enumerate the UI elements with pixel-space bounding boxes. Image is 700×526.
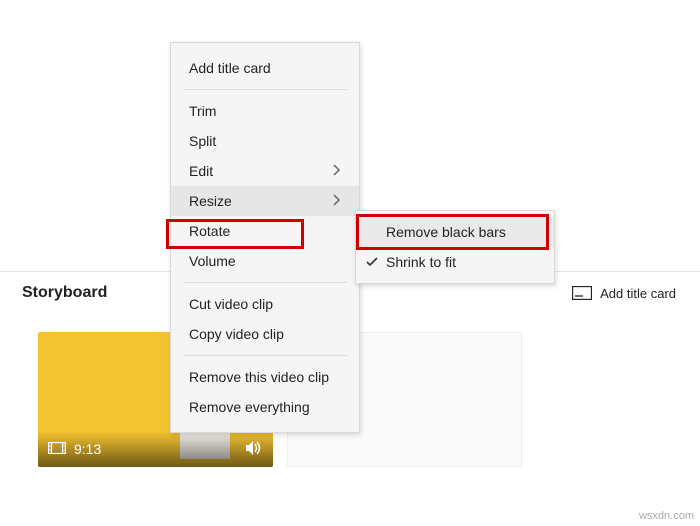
add-title-card-label: Add title card (600, 286, 676, 301)
menu-label: Trim (189, 103, 216, 119)
watermark: wsxdn.com (639, 510, 694, 522)
clip-duration: 9:13 (74, 441, 101, 457)
chevron-right-icon (333, 193, 341, 209)
title-card-icon (572, 286, 592, 300)
menu-label: Resize (189, 193, 232, 209)
menu-split[interactable]: Split (171, 126, 359, 156)
add-title-card-button[interactable]: Add title card (572, 286, 676, 301)
menu-label: Copy video clip (189, 326, 284, 342)
menu-label: Add title card (189, 60, 271, 76)
submenu-remove-black-bars[interactable]: Remove black bars (356, 217, 554, 247)
submenu-label: Remove black bars (386, 224, 506, 240)
menu-label: Remove everything (189, 399, 310, 415)
clip-overlay: 9:13 (38, 431, 273, 467)
menu-trim[interactable]: Trim (171, 96, 359, 126)
resize-submenu: Remove black bars Shrink to fit (355, 210, 555, 284)
menu-separator (183, 282, 347, 283)
menu-label: Split (189, 133, 216, 149)
chevron-right-icon (333, 163, 341, 179)
menu-label: Volume (189, 253, 236, 269)
submenu-label: Shrink to fit (386, 254, 456, 270)
menu-remove-this-video-clip[interactable]: Remove this video clip (171, 362, 359, 392)
menu-label: Edit (189, 163, 213, 179)
context-menu: Add title card Trim Split Edit Resize Ro… (170, 42, 360, 433)
volume-icon[interactable] (245, 440, 263, 459)
menu-rotate[interactable]: Rotate (171, 216, 359, 246)
menu-copy-video-clip[interactable]: Copy video clip (171, 319, 359, 349)
menu-label: Remove this video clip (189, 369, 329, 385)
menu-edit[interactable]: Edit (171, 156, 359, 186)
menu-label: Cut video clip (189, 296, 273, 312)
submenu-shrink-to-fit[interactable]: Shrink to fit (356, 247, 554, 277)
menu-label: Rotate (189, 223, 230, 239)
check-icon (366, 254, 378, 270)
storyboard-title: Storyboard (22, 284, 107, 302)
filmstrip-icon (48, 441, 66, 457)
menu-volume[interactable]: Volume (171, 246, 359, 276)
menu-remove-everything[interactable]: Remove everything (171, 392, 359, 422)
menu-resize[interactable]: Resize (171, 186, 359, 216)
menu-add-title-card[interactable]: Add title card (171, 53, 359, 83)
menu-separator (183, 355, 347, 356)
menu-cut-video-clip[interactable]: Cut video clip (171, 289, 359, 319)
menu-separator (183, 89, 347, 90)
